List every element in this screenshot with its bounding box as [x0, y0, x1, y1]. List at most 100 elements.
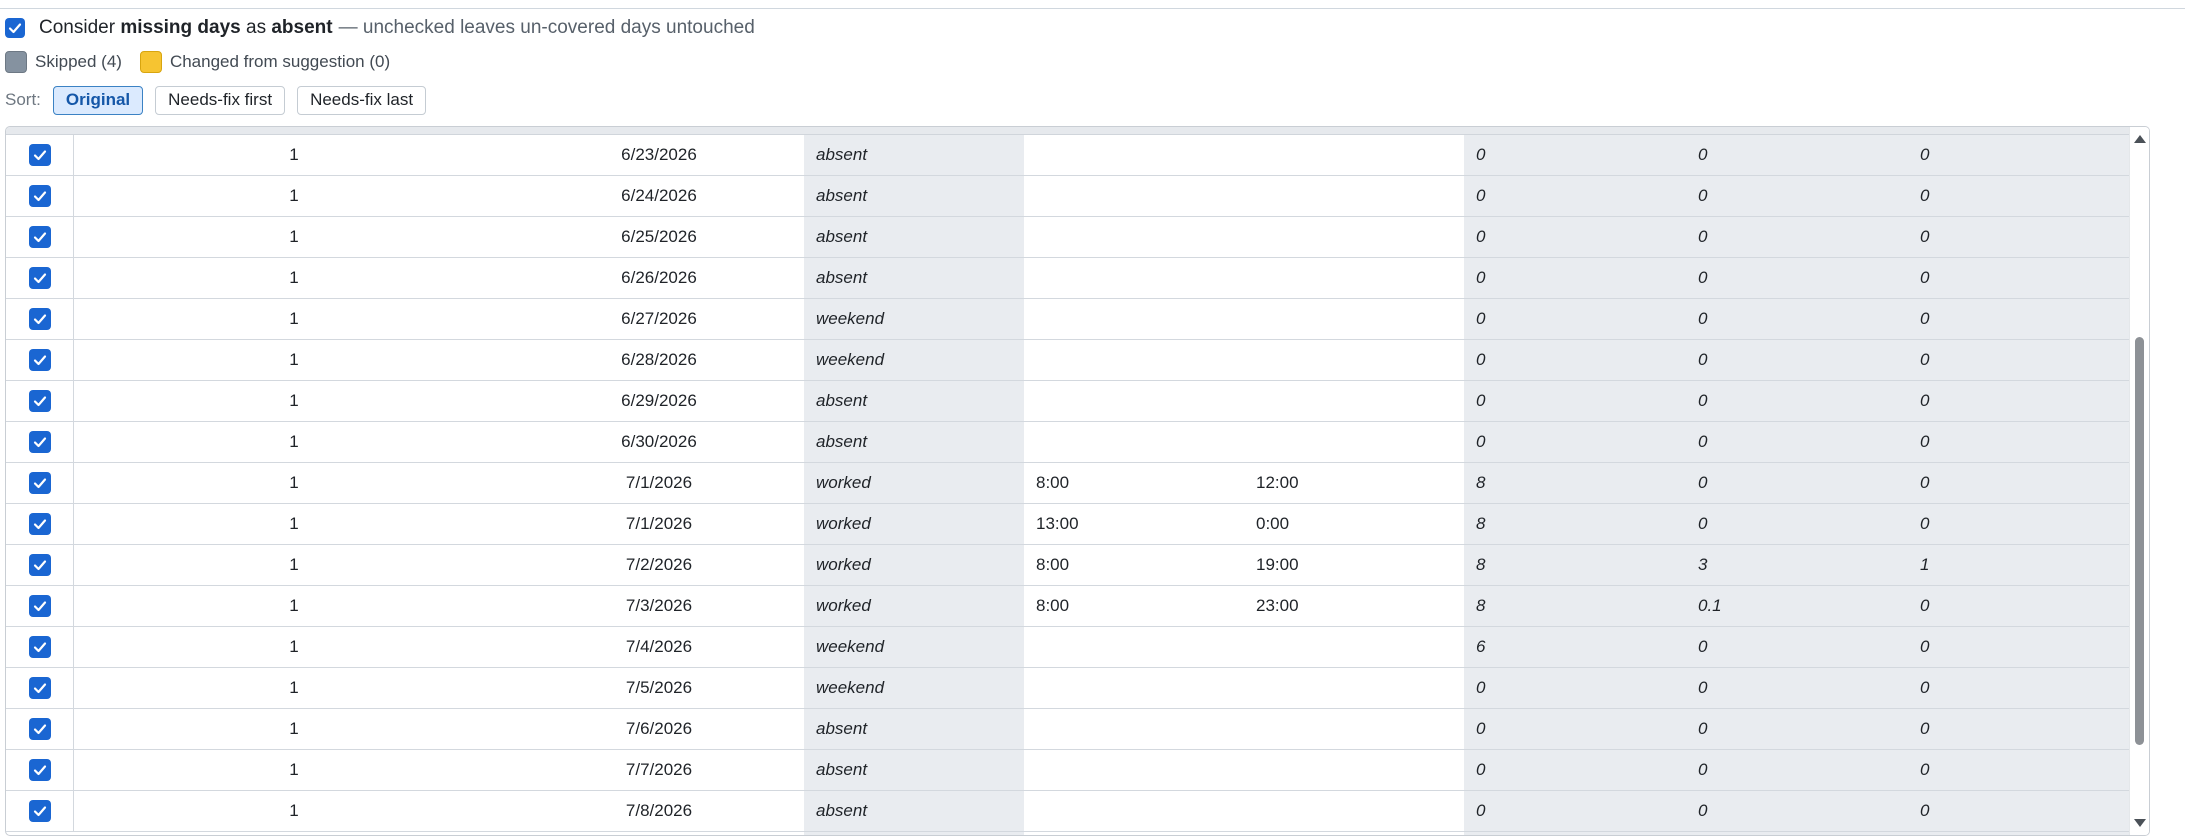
- time-in-cell[interactable]: [1024, 299, 1244, 339]
- sort-original-button[interactable]: Original: [52, 85, 144, 115]
- status-cell[interactable]: worked: [804, 586, 1024, 626]
- row-select-checkbox[interactable]: [28, 677, 51, 699]
- time-out-cell[interactable]: 19:00: [1244, 545, 1464, 585]
- row-select-checkbox[interactable]: [28, 595, 51, 617]
- date-cell[interactable]: 7/1/2026: [514, 504, 804, 544]
- time-in-cell[interactable]: 8:00: [1024, 545, 1244, 585]
- time-out-cell[interactable]: [1244, 340, 1464, 380]
- status-cell[interactable]: worked: [804, 504, 1024, 544]
- employee-id-cell[interactable]: 1: [74, 668, 514, 708]
- date-cell[interactable]: 6/29/2026: [514, 381, 804, 421]
- time-in-cell[interactable]: [1024, 176, 1244, 216]
- double-time-hours-cell[interactable]: 0: [1908, 709, 2130, 749]
- row-select-checkbox[interactable]: [28, 349, 51, 371]
- time-out-cell[interactable]: [1244, 299, 1464, 339]
- double-time-hours-cell[interactable]: 0: [1908, 135, 2130, 175]
- time-in-cell[interactable]: [1024, 709, 1244, 749]
- double-time-hours-cell[interactable]: 0: [1908, 750, 2130, 790]
- overtime-hours-cell[interactable]: 3: [1686, 545, 1908, 585]
- row-select-checkbox[interactable]: [28, 431, 51, 453]
- employee-id-cell[interactable]: 1: [74, 381, 514, 421]
- double-time-hours-cell[interactable]: 0: [1908, 217, 2130, 257]
- time-out-cell[interactable]: [1244, 176, 1464, 216]
- regular-hours-cell[interactable]: 8: [1464, 463, 1686, 503]
- regular-hours-cell[interactable]: 8: [1464, 586, 1686, 626]
- regular-hours-cell[interactable]: 6: [1464, 627, 1686, 667]
- row-select-checkbox[interactable]: [28, 267, 51, 289]
- row-select-checkbox[interactable]: [28, 800, 51, 822]
- date-cell[interactable]: 6/23/2026: [514, 135, 804, 175]
- overtime-hours-cell[interactable]: 0: [1686, 463, 1908, 503]
- overtime-hours-cell[interactable]: 0: [1686, 381, 1908, 421]
- regular-hours-cell[interactable]: 0: [1464, 340, 1686, 380]
- double-time-hours-cell[interactable]: 1: [1908, 545, 2130, 585]
- row-select-checkbox[interactable]: [28, 636, 51, 658]
- double-time-hours-cell[interactable]: 0: [1908, 381, 2130, 421]
- double-time-hours-cell[interactable]: 0: [1908, 463, 2130, 503]
- time-in-cell[interactable]: [1024, 422, 1244, 462]
- regular-hours-cell[interactable]: 0: [1464, 299, 1686, 339]
- employee-id-cell[interactable]: 1: [74, 299, 514, 339]
- employee-id-cell[interactable]: 1: [74, 463, 514, 503]
- employee-id-cell[interactable]: 1: [74, 627, 514, 667]
- double-time-hours-cell[interactable]: 0: [1908, 627, 2130, 667]
- double-time-hours-cell[interactable]: 0: [1908, 504, 2130, 544]
- regular-hours-cell[interactable]: 0: [1464, 422, 1686, 462]
- date-cell[interactable]: 6/25/2026: [514, 217, 804, 257]
- row-select-checkbox[interactable]: [28, 390, 51, 412]
- status-cell[interactable]: worked: [804, 545, 1024, 585]
- employee-id-cell[interactable]: 1: [74, 217, 514, 257]
- time-in-cell[interactable]: [1024, 258, 1244, 298]
- date-cell[interactable]: 7/5/2026: [514, 668, 804, 708]
- row-select-checkbox[interactable]: [28, 718, 51, 740]
- overtime-hours-cell[interactable]: 0: [1686, 340, 1908, 380]
- employee-id-cell[interactable]: 1: [74, 791, 514, 831]
- regular-hours-cell[interactable]: 0: [1464, 381, 1686, 421]
- employee-id-cell[interactable]: 1: [74, 176, 514, 216]
- time-in-cell[interactable]: [1024, 217, 1244, 257]
- date-cell[interactable]: 7/2/2026: [514, 545, 804, 585]
- status-cell[interactable]: weekend: [804, 340, 1024, 380]
- employee-id-cell[interactable]: 1: [74, 709, 514, 749]
- row-select-checkbox[interactable]: [28, 144, 51, 166]
- time-out-cell[interactable]: [1244, 668, 1464, 708]
- double-time-hours-cell[interactable]: 0: [1908, 586, 2130, 626]
- status-cell[interactable]: absent: [804, 709, 1024, 749]
- scroll-down-arrow-icon[interactable]: [2134, 819, 2146, 827]
- status-cell[interactable]: absent: [804, 217, 1024, 257]
- time-out-cell[interactable]: [1244, 217, 1464, 257]
- overtime-hours-cell[interactable]: 0: [1686, 750, 1908, 790]
- status-cell[interactable]: absent: [804, 381, 1024, 421]
- time-in-cell[interactable]: [1024, 668, 1244, 708]
- vertical-scrollbar[interactable]: [2129, 127, 2149, 835]
- employee-id-cell[interactable]: 1: [74, 504, 514, 544]
- time-in-cell[interactable]: [1024, 340, 1244, 380]
- overtime-hours-cell[interactable]: 0: [1686, 504, 1908, 544]
- date-cell[interactable]: 7/3/2026: [514, 586, 804, 626]
- employee-id-cell[interactable]: 1: [74, 135, 514, 175]
- date-cell[interactable]: 7/1/2026: [514, 463, 804, 503]
- sort-needs-fix-first-button[interactable]: Needs-fix first: [155, 85, 286, 115]
- date-cell[interactable]: 7/8/2026: [514, 791, 804, 831]
- regular-hours-cell[interactable]: 8: [1464, 545, 1686, 585]
- double-time-hours-cell[interactable]: 0: [1908, 340, 2130, 380]
- status-cell[interactable]: weekend: [804, 668, 1024, 708]
- regular-hours-cell[interactable]: 0: [1464, 791, 1686, 831]
- double-time-hours-cell[interactable]: 0: [1908, 422, 2130, 462]
- employee-id-cell[interactable]: 1: [74, 422, 514, 462]
- status-cell[interactable]: weekend: [804, 299, 1024, 339]
- time-out-cell[interactable]: [1244, 709, 1464, 749]
- date-cell[interactable]: 6/28/2026: [514, 340, 804, 380]
- status-cell[interactable]: absent: [804, 176, 1024, 216]
- row-select-checkbox[interactable]: [28, 513, 51, 535]
- overtime-hours-cell[interactable]: 0: [1686, 668, 1908, 708]
- date-cell[interactable]: 7/4/2026: [514, 627, 804, 667]
- date-cell[interactable]: 6/26/2026: [514, 258, 804, 298]
- time-in-cell[interactable]: 8:00: [1024, 586, 1244, 626]
- regular-hours-cell[interactable]: 0: [1464, 668, 1686, 708]
- regular-hours-cell[interactable]: 0: [1464, 750, 1686, 790]
- status-cell[interactable]: absent: [804, 791, 1024, 831]
- overtime-hours-cell[interactable]: 0.1: [1686, 586, 1908, 626]
- time-out-cell[interactable]: 23:00: [1244, 586, 1464, 626]
- regular-hours-cell[interactable]: 8: [1464, 504, 1686, 544]
